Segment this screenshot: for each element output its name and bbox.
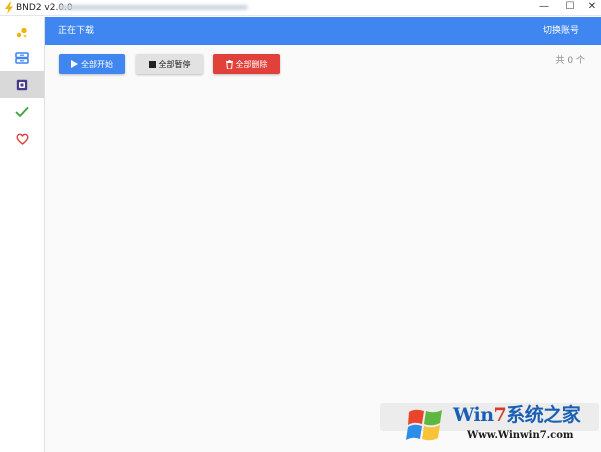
sidebar-item-downloading[interactable] [0, 44, 44, 71]
minimize-button[interactable]: — [531, 0, 557, 14]
sidebar-item-box[interactable] [0, 71, 44, 98]
windows-logo-icon [406, 409, 442, 441]
lightning-app-icon [5, 2, 13, 14]
sidebar-item-favorites[interactable] [0, 125, 44, 152]
download-list-panel: 全部开始 全部暂停 全部删除 共 0 个 [45, 45, 601, 452]
page-title: 正在下载 [58, 26, 95, 36]
sidebar-item-completed[interactable] [0, 98, 44, 125]
window-titlebar: BND2 v2.0.0 — ☐ ✕ [0, 0, 601, 16]
start-all-label: 全部开始 [81, 59, 113, 69]
trash-icon [225, 59, 233, 69]
pause-all-label: 全部暂停 [158, 59, 191, 69]
pause-all-button[interactable]: 全部暂停 [136, 54, 203, 74]
package-box-icon [16, 79, 28, 90]
heart-icon [16, 133, 28, 145]
inbox-tray-icon [15, 51, 29, 64]
sidebar [0, 17, 45, 452]
close-button[interactable]: ✕ [583, 0, 601, 14]
checkmark-icon [15, 106, 29, 117]
watermark: Win7系统之家 Www.Winwin7.com [378, 398, 601, 452]
stop-icon [148, 60, 156, 68]
start-all-button[interactable]: 全部开始 [59, 54, 125, 74]
item-count: 共 0 个 [555, 56, 585, 66]
dots-logo-icon [16, 27, 27, 37]
blurred-path-text [58, 5, 248, 10]
switch-account-link[interactable]: 切换账号 [543, 25, 579, 37]
delete-all-button[interactable]: 全部删除 [213, 54, 280, 74]
play-icon [71, 60, 78, 68]
sidebar-logo[interactable] [0, 19, 44, 46]
watermark-brand: Win7系统之家 [453, 404, 581, 426]
watermark-url: Www.Winwin7.com [467, 430, 574, 441]
delete-all-label: 全部删除 [235, 59, 268, 69]
maximize-button[interactable]: ☐ [558, 0, 582, 14]
page-header: 正在下载 切换账号 [45, 17, 601, 45]
